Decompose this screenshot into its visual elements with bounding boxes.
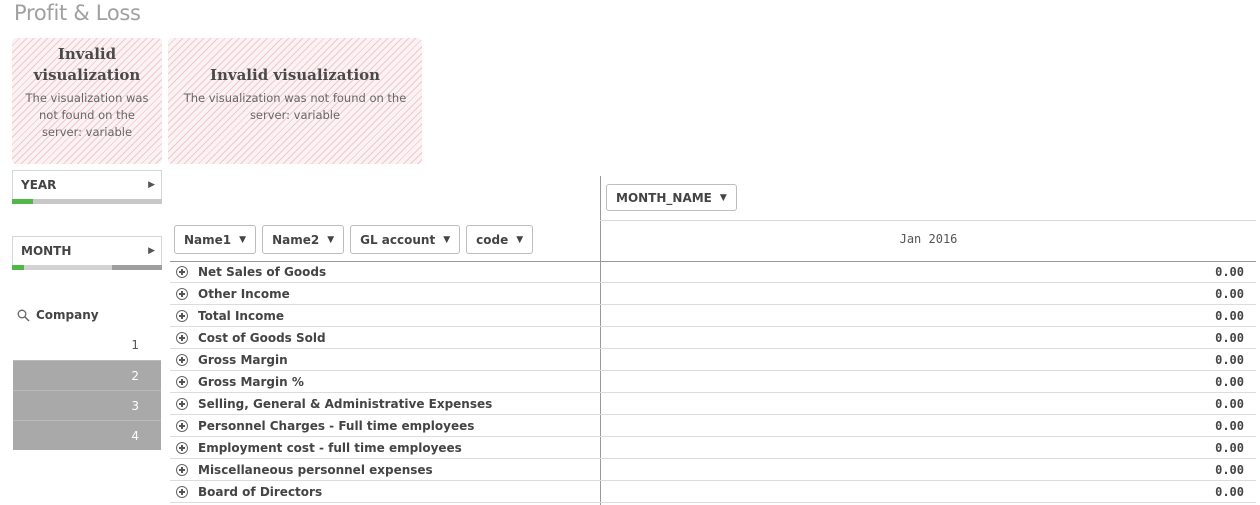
invalid-viz-title: Invalid visualization — [33, 45, 141, 84]
list-item-company-4[interactable]: 4 — [13, 420, 161, 450]
month-selection-bar — [12, 265, 162, 270]
year-selected-fill — [12, 199, 33, 204]
dimension-button-code[interactable]: code ▼ — [466, 225, 534, 254]
row-dimension-buttons: Name1 ▼ Name2 ▼ GL account ▼ code ▼ — [174, 225, 534, 254]
expand-plus-icon[interactable] — [176, 353, 188, 366]
expand-plus-icon[interactable] — [176, 441, 188, 454]
list-item-company-3[interactable]: 3 — [13, 390, 161, 420]
list-item-company-1[interactable]: 1 — [13, 330, 161, 360]
row-label: Net Sales of Goods — [198, 264, 327, 279]
dimension-button-name2[interactable]: Name2 ▼ — [262, 225, 345, 254]
table-row: Miscellaneous personnel expenses 0.00 — [170, 459, 1256, 481]
column-header-jan-2016: Jan 2016 — [899, 232, 958, 246]
invalid-visualization-2: Invalid visualization The visualization … — [168, 38, 422, 164]
row-label: Total Income — [198, 308, 284, 323]
expand-plus-icon[interactable] — [176, 331, 188, 344]
table-row: Board of Directors 0.00 — [170, 481, 1256, 503]
row-label: Employment cost - full time employees — [198, 440, 462, 455]
dimension-label: code — [476, 232, 509, 247]
year-filter-label: YEAR — [21, 178, 57, 192]
caret-down-icon: ▼ — [327, 234, 335, 245]
row-value: 0.00 — [1215, 330, 1244, 345]
caret-down-icon: ▼ — [516, 234, 524, 245]
row-value: 0.00 — [1215, 352, 1244, 367]
dimension-label: Name2 — [272, 232, 320, 247]
month-filter-label: MONTH — [21, 244, 72, 258]
dimension-label: Name1 — [184, 232, 232, 247]
caret-down-icon: ▼ — [443, 234, 451, 245]
caret-down-icon: ▼ — [719, 192, 727, 203]
row-value: 0.00 — [1215, 418, 1244, 433]
expand-plus-icon[interactable] — [176, 485, 188, 498]
expand-plus-icon[interactable] — [176, 287, 188, 300]
triangle-right-icon: ▶ — [148, 246, 155, 256]
dimension-button-month-name[interactable]: MONTH_NAME ▼ — [606, 184, 737, 211]
row-label: Selling, General & Administrative Expens… — [198, 396, 493, 411]
year-selection-bar — [12, 199, 162, 204]
row-label: Gross Margin — [198, 352, 288, 367]
search-icon[interactable] — [17, 309, 30, 322]
table-row: Cost of Goods Sold 0.00 — [170, 327, 1256, 349]
expand-plus-icon[interactable] — [176, 309, 188, 322]
table-row: Total Income 0.00 — [170, 305, 1256, 327]
triangle-right-icon: ▶ — [148, 180, 155, 190]
table-row: Net Sales of Goods 0.00 — [170, 261, 1256, 283]
expand-plus-icon[interactable] — [176, 419, 188, 432]
expand-plus-icon[interactable] — [176, 463, 188, 476]
table-row: Personnel Charges - Full time employees … — [170, 415, 1256, 437]
pivot-header-divider — [600, 220, 1256, 221]
month-filter[interactable]: MONTH ▶ — [12, 236, 162, 270]
table-row: Selling, General & Administrative Expens… — [170, 393, 1256, 415]
row-value: 0.00 — [1215, 264, 1244, 279]
dimension-label: GL account — [360, 232, 436, 247]
expand-plus-icon[interactable] — [176, 375, 188, 388]
company-listbox-header[interactable]: Company — [17, 308, 162, 322]
sheet-title: Profit & Loss — [14, 1, 141, 25]
table-row: Gross Margin % 0.00 — [170, 371, 1256, 393]
table-row: Employment cost - full time employees 0.… — [170, 437, 1256, 459]
month-possible-fill — [24, 265, 112, 270]
invalid-visualization-1: Invalid visualization The visualization … — [12, 38, 162, 164]
invalid-viz-title: Invalid visualization — [209, 66, 381, 84]
dimension-button-name1[interactable]: Name1 ▼ — [174, 225, 257, 254]
company-listbox: 1 2 3 4 — [13, 330, 161, 450]
row-value: 0.00 — [1215, 484, 1244, 499]
list-item-company-2[interactable]: 2 — [13, 360, 161, 390]
row-value: 0.00 — [1215, 286, 1244, 301]
dimension-button-gl-account[interactable]: GL account ▼ — [350, 225, 461, 254]
row-value: 0.00 — [1215, 396, 1244, 411]
row-value: 0.00 — [1215, 308, 1244, 323]
table-row: Other Income 0.00 — [170, 283, 1256, 305]
caret-down-icon: ▼ — [239, 234, 247, 245]
row-value: 0.00 — [1215, 462, 1244, 477]
row-label: Cost of Goods Sold — [198, 330, 326, 345]
month-excluded-fill — [112, 265, 162, 270]
expand-plus-icon[interactable] — [176, 265, 188, 278]
row-label: Personnel Charges - Full time employees — [198, 418, 475, 433]
expand-plus-icon[interactable] — [176, 397, 188, 410]
row-label: Gross Margin % — [198, 374, 304, 389]
dimension-label: MONTH_NAME — [616, 190, 712, 205]
invalid-viz-message: The visualization was not found on the s… — [183, 91, 407, 122]
row-label: Miscellaneous personnel expenses — [198, 462, 433, 477]
year-filter[interactable]: YEAR ▶ — [12, 170, 162, 204]
row-value: 0.00 — [1215, 440, 1244, 455]
row-value: 0.00 — [1215, 374, 1244, 389]
table-row: Gross Margin 0.00 — [170, 349, 1256, 371]
company-listbox-title: Company — [36, 308, 99, 322]
month-selected-fill — [12, 265, 24, 270]
invalid-viz-message: The visualization was not found on the s… — [25, 91, 149, 139]
row-label: Other Income — [198, 286, 290, 301]
row-label: Board of Directors — [198, 484, 323, 499]
